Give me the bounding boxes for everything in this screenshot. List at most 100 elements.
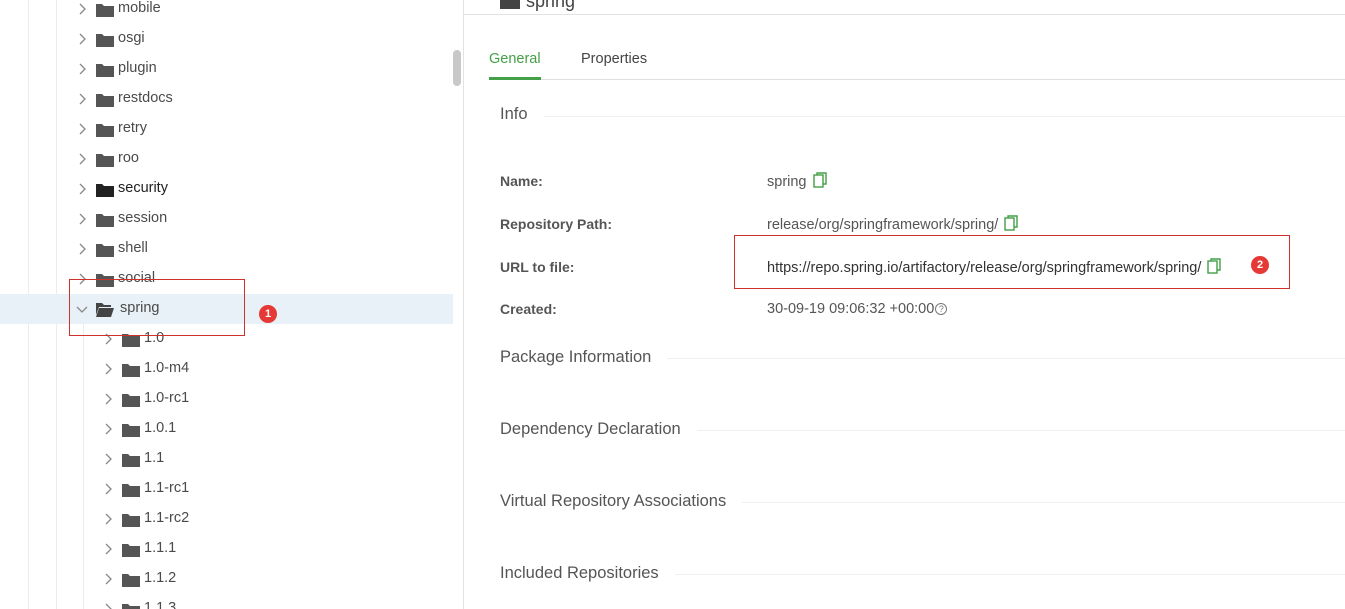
tree-item[interactable]: 1.0-m4 xyxy=(0,354,453,384)
section-divider xyxy=(660,358,1345,359)
chevron-right-icon[interactable] xyxy=(75,32,89,46)
tree-item[interactable]: 1.0-rc1 xyxy=(0,384,453,414)
tree-item-label: 1.0-rc1 xyxy=(144,390,190,406)
tree-item[interactable]: 1.1.2 xyxy=(0,564,453,594)
tab-properties[interactable]: Properties xyxy=(581,51,647,67)
chevron-right-icon[interactable] xyxy=(101,422,115,436)
chevron-right-icon[interactable] xyxy=(75,212,89,226)
tree-item[interactable]: security xyxy=(0,174,453,204)
tree-item[interactable]: restdocs xyxy=(0,84,453,114)
chevron-right-icon[interactable] xyxy=(75,92,89,106)
tree-item-label: shell xyxy=(118,240,148,256)
tree-item-label: session xyxy=(118,210,168,226)
tree-item[interactable]: 1.0.1 xyxy=(0,414,453,444)
tree-item-label: restdocs xyxy=(118,90,173,106)
chevron-right-icon[interactable] xyxy=(101,572,115,586)
annotation-badge-2: 2 xyxy=(1251,256,1269,274)
chevron-right-icon[interactable] xyxy=(101,482,115,496)
tree-item[interactable]: 1.1.1 xyxy=(0,534,453,564)
folder-icon xyxy=(122,542,140,557)
chevron-right-icon[interactable] xyxy=(101,452,115,466)
section-dependency-declaration[interactable]: Dependency Declaration xyxy=(500,420,697,439)
name-value-row: spring xyxy=(767,172,827,192)
tree-item[interactable]: osgi xyxy=(0,24,453,54)
tree-item[interactable]: 1.1 xyxy=(0,444,453,474)
tree-item[interactable]: 1.1-rc2 xyxy=(0,504,453,534)
copy-icon[interactable] xyxy=(1004,215,1018,235)
artifact-title: spring xyxy=(500,0,575,12)
section-divider xyxy=(540,116,1345,117)
tree-item[interactable]: 1.1.3 xyxy=(0,594,453,609)
tree-item[interactable]: retry xyxy=(0,114,453,144)
folder-icon xyxy=(96,152,114,167)
chevron-right-icon[interactable] xyxy=(75,182,89,196)
folder-icon xyxy=(96,32,114,47)
tree-item-label: mobile xyxy=(118,0,161,16)
folder-icon xyxy=(96,182,114,197)
tree-item[interactable]: roo xyxy=(0,144,453,174)
active-tab-indicator xyxy=(489,77,541,80)
copy-icon[interactable] xyxy=(812,172,827,192)
folder-icon xyxy=(122,422,140,437)
tree-item[interactable]: 1.1-rc1 xyxy=(0,474,453,504)
section-virtual-repository-associations[interactable]: Virtual Repository Associations xyxy=(500,492,743,511)
annotation-box-1 xyxy=(69,279,245,336)
chevron-right-icon[interactable] xyxy=(75,122,89,136)
tree-item[interactable]: session xyxy=(0,204,453,234)
tree-item[interactable]: mobile xyxy=(0,0,453,24)
section-divider xyxy=(690,430,1345,431)
tree-item[interactable]: shell xyxy=(0,234,453,264)
name-label: Name: xyxy=(500,173,543,189)
annotation-box-2 xyxy=(734,235,1290,289)
folder-icon xyxy=(96,92,114,107)
artifact-title-text: spring xyxy=(526,0,576,11)
folder-icon xyxy=(96,62,114,77)
tree-item-label: plugin xyxy=(118,60,157,76)
tree-item-label: 1.1-rc1 xyxy=(144,480,190,496)
tree-item-label: 1.1 xyxy=(144,450,165,466)
tree-item-label: 1.1-rc2 xyxy=(144,510,190,526)
repository-path-label: Repository Path: xyxy=(500,216,613,232)
chevron-right-icon[interactable] xyxy=(75,62,89,76)
folder-icon xyxy=(122,392,140,407)
chevron-right-icon[interactable] xyxy=(75,152,89,166)
folder-icon xyxy=(500,0,520,10)
chevron-right-icon[interactable] xyxy=(101,362,115,376)
help-circle-icon[interactable]: ? xyxy=(935,303,948,315)
chevron-right-icon[interactable] xyxy=(101,602,115,609)
tree-item-label: 1.0-m4 xyxy=(144,360,190,376)
tab-general[interactable]: General xyxy=(489,51,541,67)
annotation-badge-1: 1 xyxy=(259,305,277,323)
tree-item-label: osgi xyxy=(118,30,145,46)
folder-icon xyxy=(96,242,114,257)
url-label: URL to file: xyxy=(500,259,575,275)
section-included-repositories[interactable]: Included Repositories xyxy=(500,564,675,583)
folder-icon xyxy=(122,572,140,587)
chevron-right-icon[interactable] xyxy=(75,2,89,16)
tree-item-label: 1.0.1 xyxy=(144,420,177,436)
tree-item-label: security xyxy=(118,180,168,196)
chevron-right-icon[interactable] xyxy=(75,242,89,256)
tree-item-label: 1.1.3 xyxy=(144,600,177,609)
folder-icon xyxy=(96,212,114,227)
folder-icon xyxy=(122,452,140,467)
chevron-right-icon[interactable] xyxy=(101,392,115,406)
created-row: 30-09-19 09:06:32 +00:00? xyxy=(767,301,948,317)
section-divider xyxy=(740,502,1345,503)
section-package-information[interactable]: Package Information xyxy=(500,348,668,367)
name-value: spring xyxy=(767,174,807,190)
chevron-right-icon[interactable] xyxy=(101,512,115,526)
folder-icon xyxy=(96,122,114,137)
tree-scrollbar[interactable] xyxy=(453,50,461,86)
section-info-title[interactable]: Info xyxy=(500,105,544,124)
repository-path-row: release/org/springframework/spring/ xyxy=(767,215,1018,235)
tree-item-label: 1.1.2 xyxy=(144,570,177,586)
chevron-right-icon[interactable] xyxy=(101,542,115,556)
tree-item[interactable]: plugin xyxy=(0,54,453,84)
folder-icon xyxy=(96,2,114,17)
created-value: 30-09-19 09:06:32 +00:00 xyxy=(767,301,935,317)
tab-bar: General Properties xyxy=(489,40,1345,80)
section-divider xyxy=(670,574,1345,575)
folder-icon xyxy=(122,482,140,497)
tree-item-label: 1.1.1 xyxy=(144,540,177,556)
